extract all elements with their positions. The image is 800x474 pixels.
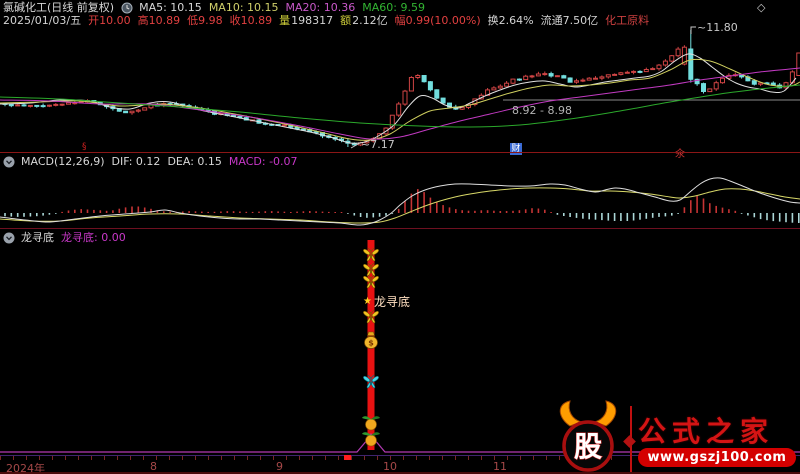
header-token: 额 — [340, 14, 352, 27]
header-token: 198317 — [291, 14, 334, 27]
collapse-icon[interactable] — [3, 156, 15, 168]
bull-stock-icon: 股 — [559, 400, 617, 472]
header-token: 量 — [279, 14, 291, 27]
collapse-icon[interactable] — [3, 232, 15, 244]
stock-app-window: ★ $ 氯碱化工(日线 前复权) MA5: 10.15 MA10: 10.15 MA2… — [0, 0, 800, 474]
ma-values: MA5: 10.15 MA10: 10.15 MA20: 10.36 MA60: 9.… — [139, 1, 432, 14]
header-token: 龙寻底: 0.00 — [61, 231, 126, 244]
header-token: 龙寻底 — [21, 231, 54, 244]
macd-chart[interactable] — [0, 177, 800, 226]
header-token: MA60: 9.59 — [362, 1, 425, 14]
header-token: 化工原料 — [605, 14, 650, 27]
header-token: 2025/01/03/五 — [3, 14, 82, 27]
low-price-label: ~7.17 — [361, 138, 395, 151]
gszj-logo[interactable]: 股 公式之家 www.gszj100.com — [548, 398, 800, 474]
header-token: 换2.64% — [487, 14, 534, 27]
quote-info-line: 2025/01/03/五 开10.00 高10.89 低9.98 收10.89 量 1983… — [3, 14, 656, 27]
main-chart-header: 氯碱化工(日线 前复权) MA5: 10.15 MA10: 10.15 MA20: … — [3, 1, 432, 14]
header-token: 流通7.50亿 — [540, 14, 599, 27]
peak-price-label: ~11.80 — [697, 21, 738, 34]
header-token: MA5: 10.15 — [139, 1, 202, 14]
axis-signal-marker — [344, 455, 351, 460]
corner-diamond-icon[interactable]: ◇ — [757, 1, 765, 14]
header-token: 收10.89 — [229, 14, 273, 27]
header-token: 幅0.99(10.00%) — [394, 14, 481, 27]
stock-title: 氯碱化工(日线 前复权) — [3, 1, 115, 14]
event-marker-left[interactable]: § — [82, 142, 87, 152]
axis-ticks — [0, 456, 620, 460]
finance-report-marker[interactable]: 财 — [510, 143, 522, 155]
header-token: DIF: 0.12 — [111, 155, 161, 168]
moneybag-icon: $ — [364, 331, 378, 349]
macd-values: MACD(12,26,9) DIF: 0.12 DEA: 0.15 MACD: -0.… — [21, 155, 305, 168]
header-token: MA10: 10.15 — [208, 1, 279, 14]
header-token: 开10.00 — [88, 14, 131, 27]
candlestick-chart[interactable] — [0, 26, 800, 149]
header-token: MA20: 10.36 — [285, 1, 356, 14]
panel-separator — [0, 228, 800, 229]
logo-site-url[interactable]: www.gszj100.com — [638, 448, 796, 467]
logo-stock-char: 股 — [574, 430, 602, 463]
logo-site-name: 公式之家 — [638, 415, 775, 448]
header-token: 低9.98 — [187, 14, 223, 27]
header-token: 高10.89 — [137, 14, 181, 27]
clock-icon[interactable] — [121, 2, 133, 14]
svg-text:$: $ — [368, 339, 374, 348]
header-token: MACD(12,26,9) — [21, 155, 105, 168]
signal-column-label: 龙寻底 — [374, 295, 411, 309]
macd-header: MACD(12,26,9) DIF: 0.12 DEA: 0.15 MACD: -0.… — [3, 155, 305, 168]
gap-range-label: 8.92 - 8.98 — [512, 104, 572, 117]
star-icon: ★ — [363, 296, 372, 307]
header-token: 2.12亿 — [352, 14, 388, 27]
signal-header: 龙寻底 龙寻底: 0.00 — [3, 231, 133, 244]
signal-values: 龙寻底 龙寻底: 0.00 — [21, 231, 133, 244]
panel-separator — [0, 152, 800, 153]
header-token: MACD: -0.07 — [228, 155, 298, 168]
header-token: DEA: 0.15 — [167, 155, 222, 168]
